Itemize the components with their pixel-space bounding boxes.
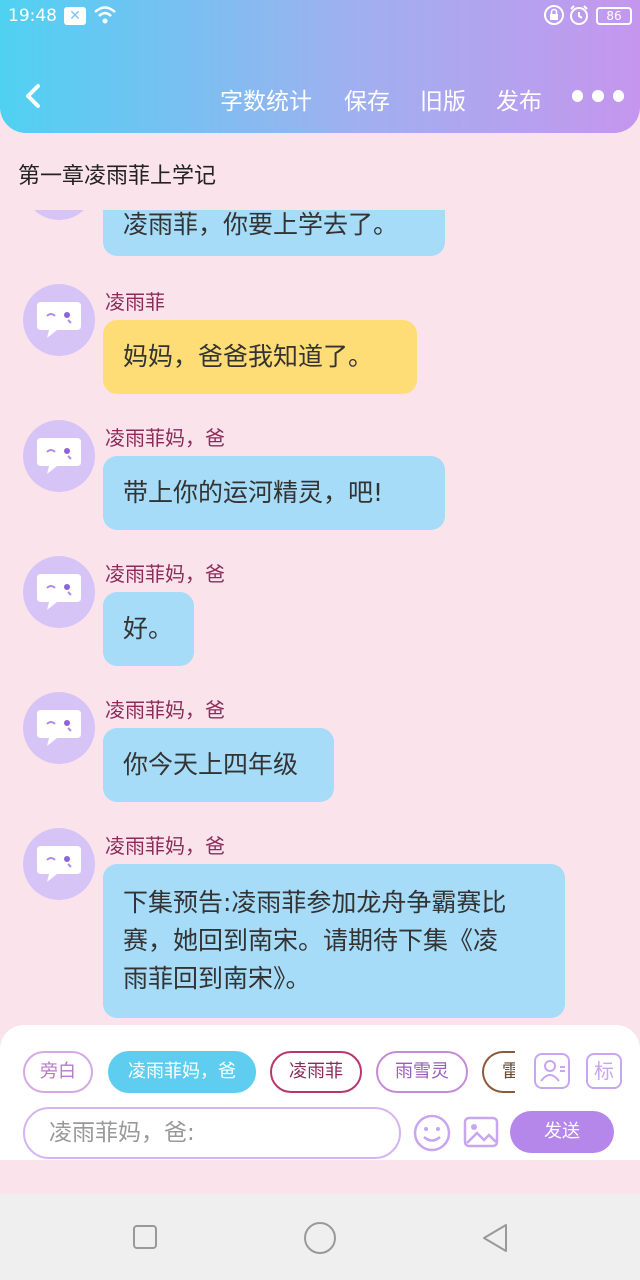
back-arrow-icon[interactable] xyxy=(16,78,52,114)
message-bubble: 好。 xyxy=(103,592,194,666)
role-chip-yuxueling[interactable]: 雨雪灵 xyxy=(376,1051,468,1093)
wifi-icon xyxy=(94,6,116,24)
message-bubble: 妈妈，爸爸我知道了。 xyxy=(103,320,417,394)
speaker-name: 凌雨菲妈，爸 xyxy=(105,562,225,586)
avatar xyxy=(23,828,95,900)
speaker-name: 凌雨菲妈，爸 xyxy=(105,698,225,722)
word-count-button[interactable]: 字数统计 xyxy=(220,82,312,116)
emoji-icon[interactable] xyxy=(412,1113,452,1153)
status-time: 19:48 xyxy=(8,6,57,26)
role-chip-narrator[interactable]: 旁白 xyxy=(23,1051,93,1093)
image-icon[interactable] xyxy=(462,1113,500,1151)
chat-feed: 凌雨菲，你要上学去了。 凌雨菲 妈妈，爸爸我知道了。 凌雨菲妈，爸 带上你的运河… xyxy=(0,210,640,1025)
mark-button[interactable]: 标 xyxy=(586,1053,622,1089)
message-bubble: 下集预告:凌雨菲参加龙舟争霸赛比 赛，她回到南宋。请期待下集《凌 雨菲回到南宋》… xyxy=(103,864,565,1018)
lock-icon xyxy=(544,5,564,25)
message-line: 下集预告:凌雨菲参加龙舟争霸赛比 xyxy=(123,888,507,917)
background-strip xyxy=(0,1160,640,1194)
speaker-name: 凌雨菲 xyxy=(105,290,165,314)
role-chip-parents[interactable]: 凌雨菲妈，爸 xyxy=(108,1051,256,1093)
speaker-name: 凌雨菲妈，爸 xyxy=(105,834,225,858)
message-input[interactable]: 凌雨菲妈，爸: xyxy=(23,1107,401,1159)
message-bubble: 带上你的运河精灵，吧! xyxy=(103,456,445,530)
avatar xyxy=(23,284,95,356)
back-triangle-icon[interactable] xyxy=(480,1222,510,1254)
notification-icon: ✕ xyxy=(64,7,86,25)
home-icon[interactable] xyxy=(303,1221,337,1255)
recent-apps-icon[interactable] xyxy=(132,1224,158,1250)
add-role-icon[interactable] xyxy=(534,1053,570,1089)
old-version-button[interactable]: 旧版 xyxy=(420,82,466,116)
role-chip-lei[interactable]: 雷 xyxy=(482,1051,515,1093)
speaker-name: 凌雨菲妈，爸 xyxy=(105,426,225,450)
avatar xyxy=(23,210,95,220)
avatar xyxy=(23,692,95,764)
battery-indicator: 86 xyxy=(596,7,632,25)
avatar xyxy=(23,420,95,492)
alarm-icon xyxy=(570,5,588,25)
top-bar: 19:48 ✕ 86 字数统计 保存 旧版 发布 xyxy=(0,0,640,133)
navigation-bar: 字数统计 保存 旧版 发布 xyxy=(0,70,640,124)
message-line: 雨菲回到南宋》。 xyxy=(123,964,311,993)
avatar xyxy=(23,556,95,628)
publish-button[interactable]: 发布 xyxy=(496,82,542,116)
more-options-icon[interactable] xyxy=(572,86,624,106)
save-button[interactable]: 保存 xyxy=(344,82,390,116)
send-button[interactable]: 发送 xyxy=(510,1111,614,1153)
role-chip-lingyufei[interactable]: 凌雨菲 xyxy=(270,1051,362,1093)
chapter-title: 第一章凌雨菲上学记 xyxy=(18,164,217,189)
message-bubble: 你今天上四年级 xyxy=(103,728,334,802)
status-bar: 19:48 ✕ 86 xyxy=(0,0,640,34)
message-bubble: 凌雨菲，你要上学去了。 xyxy=(103,210,445,256)
compose-panel: 旁白 凌雨菲妈，爸 凌雨菲 雨雪灵 雷 标 凌雨菲妈，爸: 发送 xyxy=(0,1025,640,1160)
system-navigation-bar xyxy=(0,1194,640,1280)
message-line: 赛，她回到南宋。请期待下集《凌 xyxy=(123,926,499,955)
